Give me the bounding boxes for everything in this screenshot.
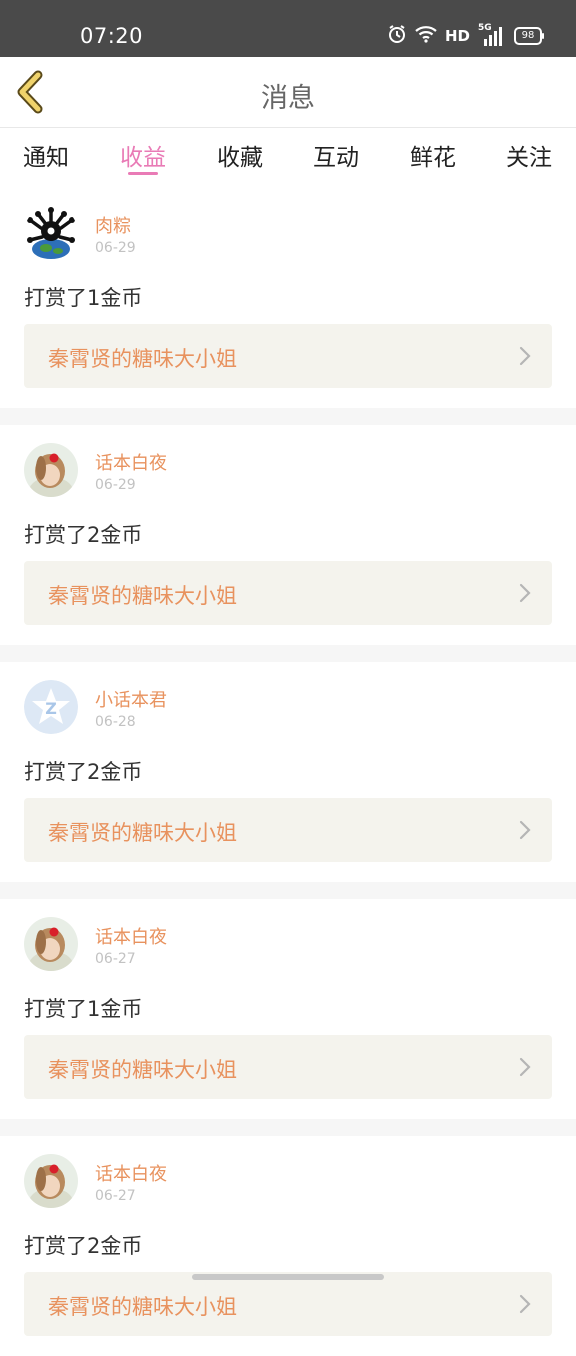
divider bbox=[0, 882, 576, 899]
wifi-icon bbox=[415, 25, 437, 47]
book-title: 秦霄贤的糖味大小姐 bbox=[48, 584, 237, 608]
tab-favorites[interactable]: 收藏 bbox=[205, 138, 275, 172]
chevron-right-icon bbox=[519, 583, 531, 603]
book-link[interactable]: 秦霄贤的糖味大小姐 bbox=[24, 1272, 552, 1336]
battery-icon: 98 bbox=[514, 27, 544, 45]
tab-following[interactable]: 关注 bbox=[494, 138, 564, 172]
chevron-right-icon bbox=[519, 1294, 531, 1314]
network-hd-label: HD bbox=[444, 27, 470, 45]
avatar[interactable] bbox=[24, 443, 78, 497]
item-date: 06-28 bbox=[95, 714, 136, 730]
book-link[interactable]: 秦霄贤的糖味大小姐 bbox=[24, 561, 552, 625]
tab-flowers[interactable]: 鲜花 bbox=[398, 138, 468, 172]
status-time: 07:20 bbox=[80, 24, 144, 48]
earnings-feed: 肉粽 06-29 打赏了1金币 秦霄贤的糖味大小姐 话本白夜 06-29 打赏了… bbox=[0, 188, 576, 1356]
book-title: 秦霄贤的糖味大小姐 bbox=[48, 347, 237, 371]
app-header: 消息 bbox=[0, 57, 576, 128]
avatar[interactable] bbox=[24, 917, 78, 971]
avatar[interactable]: Z bbox=[24, 680, 78, 734]
active-tab-indicator bbox=[128, 172, 158, 175]
tab-bar: 通知 收益 收藏 互动 鲜花 关注 bbox=[0, 128, 576, 180]
item-date: 06-29 bbox=[95, 477, 136, 493]
tab-notifications[interactable]: 通知 bbox=[11, 138, 81, 172]
page-title: 消息 bbox=[261, 83, 315, 114]
book-link[interactable]: 秦霄贤的糖味大小姐 bbox=[24, 324, 552, 388]
chevron-right-icon bbox=[519, 346, 531, 366]
signal-icon: 5G bbox=[478, 23, 506, 47]
book-title: 秦霄贤的糖味大小姐 bbox=[48, 1295, 237, 1319]
list-item: 话本白夜 06-29 打赏了2金币 秦霄贤的糖味大小姐 bbox=[0, 425, 576, 645]
book-link[interactable]: 秦霄贤的糖味大小姐 bbox=[24, 798, 552, 862]
alarm-icon bbox=[387, 24, 407, 48]
tab-earnings[interactable]: 收益 bbox=[108, 138, 178, 172]
book-title: 秦霄贤的糖味大小姐 bbox=[48, 1058, 237, 1082]
divider bbox=[0, 408, 576, 425]
tab-interactions[interactable]: 互动 bbox=[301, 138, 371, 172]
user-name[interactable]: 话本白夜 bbox=[95, 449, 167, 475]
list-item: 肉粽 06-29 打赏了1金币 秦霄贤的糖味大小姐 bbox=[0, 188, 576, 408]
chevron-right-icon bbox=[519, 1057, 531, 1077]
user-name[interactable]: 小话本君 bbox=[95, 686, 167, 712]
book-link[interactable]: 秦霄贤的糖味大小姐 bbox=[24, 1035, 552, 1099]
status-icons: HD 5G 98 bbox=[387, 23, 544, 48]
status-bar: 07:20 HD 5G 98 bbox=[0, 0, 576, 57]
reward-text: 打赏了1金币 bbox=[24, 286, 143, 310]
item-date: 06-27 bbox=[95, 1188, 136, 1204]
reward-text: 打赏了2金币 bbox=[24, 1234, 143, 1258]
svg-text:Z: Z bbox=[45, 699, 57, 718]
home-indicator[interactable] bbox=[192, 1274, 384, 1280]
avatar[interactable] bbox=[24, 1154, 78, 1208]
divider bbox=[0, 645, 576, 662]
user-name[interactable]: 肉粽 bbox=[95, 212, 131, 238]
reward-text: 打赏了1金币 bbox=[24, 997, 143, 1021]
reward-text: 打赏了2金币 bbox=[24, 523, 143, 547]
item-date: 06-27 bbox=[95, 951, 136, 967]
reward-text: 打赏了2金币 bbox=[24, 760, 143, 784]
user-name[interactable]: 话本白夜 bbox=[95, 923, 167, 949]
book-title: 秦霄贤的糖味大小姐 bbox=[48, 821, 237, 845]
list-item: Z 小话本君 06-28 打赏了2金币 秦霄贤的糖味大小姐 bbox=[0, 662, 576, 882]
chevron-right-icon bbox=[519, 820, 531, 840]
user-name[interactable]: 话本白夜 bbox=[95, 1160, 167, 1186]
list-item: 话本白夜 06-27 打赏了1金币 秦霄贤的糖味大小姐 bbox=[0, 899, 576, 1119]
list-item: 话本白夜 06-27 打赏了2金币 秦霄贤的糖味大小姐 bbox=[0, 1136, 576, 1356]
item-date: 06-29 bbox=[95, 240, 136, 256]
divider bbox=[0, 1119, 576, 1136]
avatar[interactable] bbox=[24, 206, 78, 260]
